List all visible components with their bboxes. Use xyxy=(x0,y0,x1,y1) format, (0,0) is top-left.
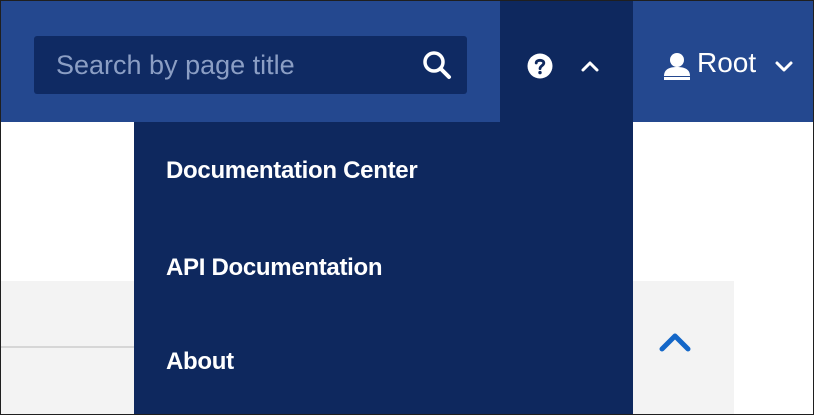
app-window: Root Documentation Center API Documentat… xyxy=(0,0,814,415)
user-name-label: Root xyxy=(697,47,757,78)
chevron-up-icon xyxy=(580,59,600,73)
help-menu-button[interactable] xyxy=(500,1,633,122)
user-icon xyxy=(661,52,693,80)
menu-item-label: API Documentation xyxy=(166,254,383,281)
menu-item-label: About xyxy=(166,348,234,375)
chevron-down-icon xyxy=(774,60,794,73)
top-nav-bar: Root xyxy=(1,1,813,122)
search-icon[interactable] xyxy=(421,49,453,81)
search-input[interactable] xyxy=(34,36,416,94)
help-dropdown-menu: Documentation Center API Documentation A… xyxy=(134,122,633,414)
menu-item-documentation-center[interactable]: Documentation Center xyxy=(134,137,633,207)
menu-item-label: Documentation Center xyxy=(166,157,418,184)
search-box xyxy=(34,36,467,94)
menu-item-api-documentation[interactable]: API Documentation xyxy=(134,234,633,304)
collapse-chevron-up-icon[interactable] xyxy=(658,331,692,353)
question-circle-icon xyxy=(527,53,553,79)
menu-item-about[interactable]: About xyxy=(134,328,633,398)
divider xyxy=(1,346,141,348)
